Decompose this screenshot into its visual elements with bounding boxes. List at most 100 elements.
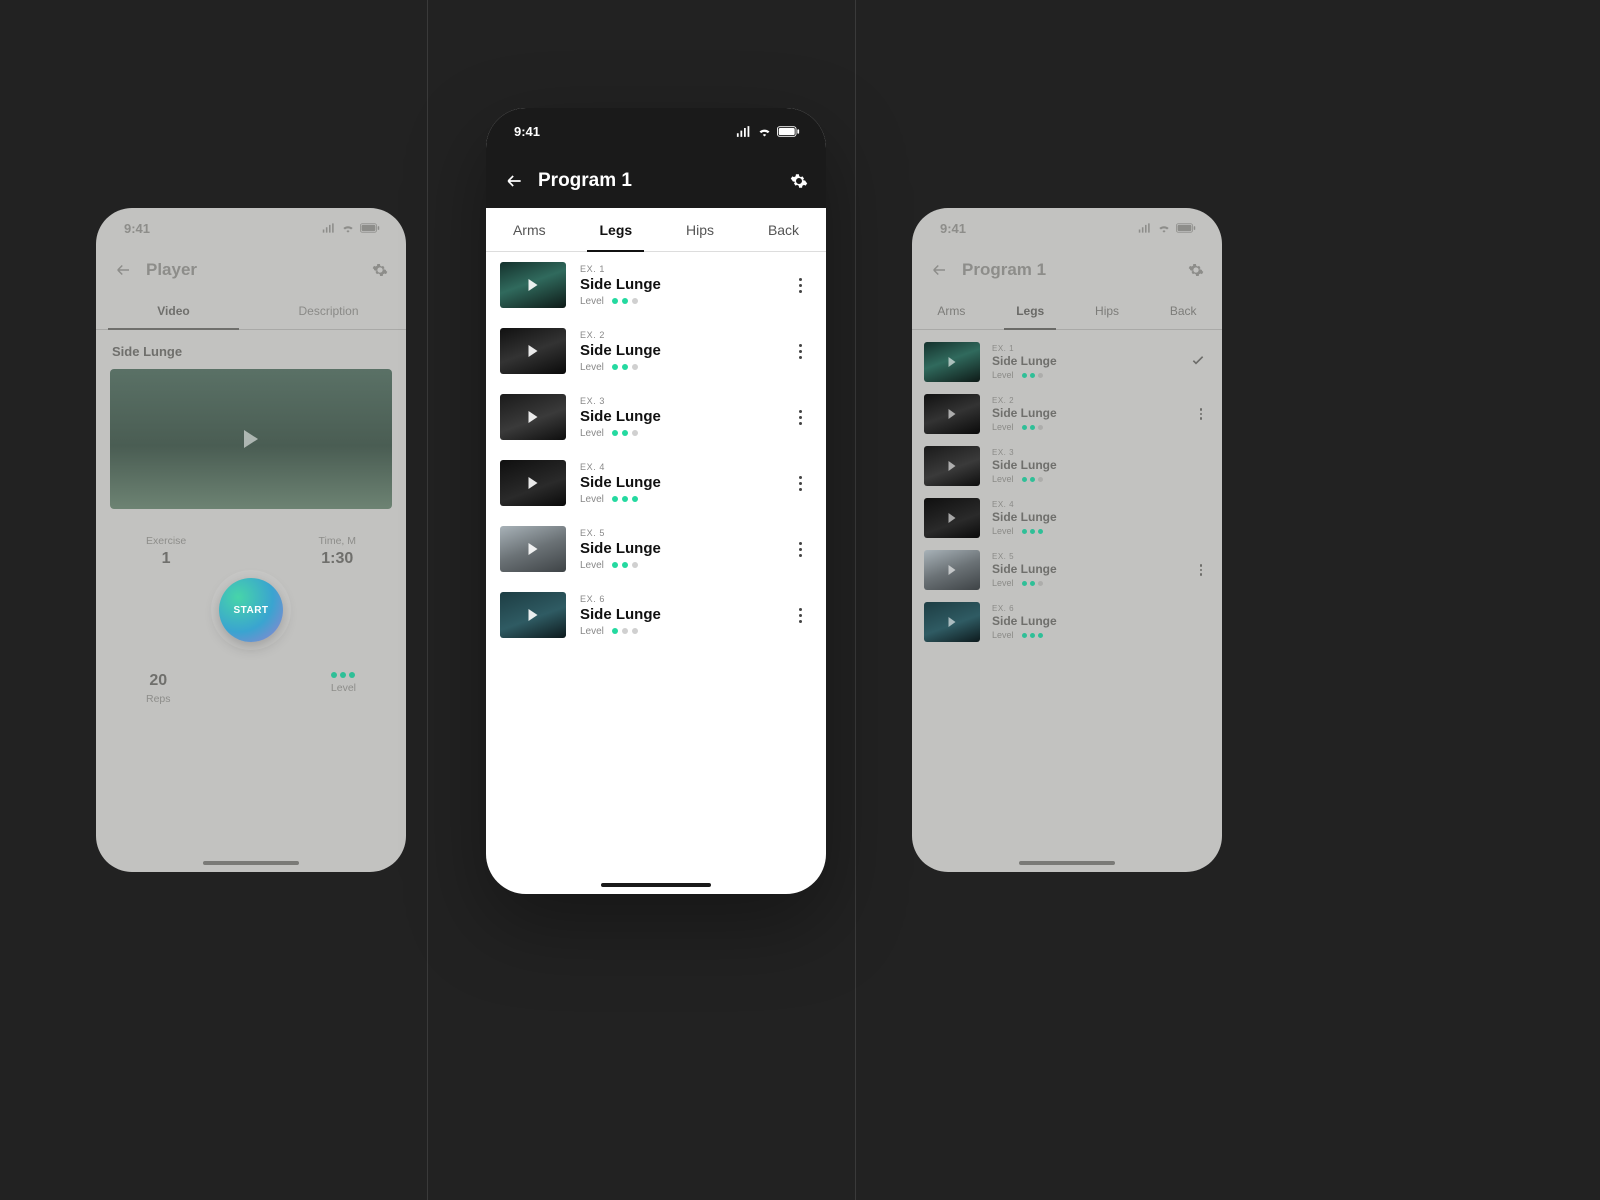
tab-legs[interactable]: Legs bbox=[595, 208, 636, 251]
phone-program-dim: 9:41 Program 1 Arms Legs Hips Back EX. 1… bbox=[912, 208, 1222, 872]
list-item[interactable]: EX. 2 Side Lunge Level bbox=[912, 388, 1222, 440]
exercise-list: EX. 1 Side Lunge Level EX. 2 Side Lunge … bbox=[486, 252, 826, 648]
exercise-number: EX. 2 bbox=[992, 396, 1182, 405]
exercise-name: Side Lunge bbox=[580, 276, 778, 293]
back-icon[interactable] bbox=[504, 171, 524, 191]
status-time: 9:41 bbox=[940, 221, 966, 236]
list-item[interactable]: EX. 2 Side Lunge Level bbox=[486, 318, 826, 384]
exercise-name: Side Lunge bbox=[992, 354, 1178, 368]
app-bar: Program 1 bbox=[486, 154, 826, 208]
level-dots bbox=[1022, 373, 1043, 378]
exercise-thumbnail[interactable] bbox=[500, 262, 566, 308]
page-title: Program 1 bbox=[962, 260, 1174, 280]
exercise-number: EX. 5 bbox=[992, 552, 1182, 561]
list-item[interactable]: EX. 6 Side Lunge Level bbox=[912, 596, 1222, 648]
gear-icon[interactable] bbox=[790, 172, 808, 190]
video-thumbnail[interactable] bbox=[110, 369, 392, 509]
stats-top: Exercise 1 Time, M 1:30 bbox=[96, 509, 406, 576]
exercise-list: EX. 1 Side Lunge Level EX. 2 Side Lunge … bbox=[912, 336, 1222, 648]
play-icon bbox=[529, 411, 538, 423]
exercise-number: EX. 1 bbox=[992, 344, 1178, 353]
back-icon[interactable] bbox=[114, 261, 132, 279]
status-bar: 9:41 bbox=[96, 208, 406, 248]
list-item[interactable]: EX. 5 Side Lunge Level bbox=[912, 544, 1222, 596]
level-dots bbox=[1022, 633, 1043, 638]
kebab-icon[interactable] bbox=[792, 278, 808, 293]
play-icon bbox=[529, 279, 538, 291]
exercise-name: Side Lunge bbox=[580, 408, 778, 425]
exercise-thumbnail[interactable] bbox=[500, 328, 566, 374]
list-item[interactable]: EX. 6 Side Lunge Level bbox=[486, 582, 826, 648]
exercise-thumbnail[interactable] bbox=[500, 526, 566, 572]
level-dots bbox=[331, 672, 356, 678]
kebab-icon[interactable] bbox=[1194, 408, 1208, 420]
back-icon[interactable] bbox=[930, 261, 948, 279]
play-icon bbox=[529, 609, 538, 621]
tab-hips[interactable]: Hips bbox=[682, 208, 718, 251]
tab-back[interactable]: Back bbox=[764, 208, 803, 251]
exercise-number: EX. 4 bbox=[992, 500, 1180, 509]
tab-hips[interactable]: Hips bbox=[1091, 292, 1123, 329]
tab-description[interactable]: Description bbox=[251, 292, 406, 329]
play-icon bbox=[529, 477, 538, 489]
list-item[interactable]: EX. 4 Side Lunge Level bbox=[486, 450, 826, 516]
kebab-icon[interactable] bbox=[792, 608, 808, 623]
exercise-thumbnail[interactable] bbox=[924, 550, 980, 590]
start-button[interactable]: START bbox=[219, 578, 283, 642]
tab-arms[interactable]: Arms bbox=[933, 292, 969, 329]
tab-arms[interactable]: Arms bbox=[509, 208, 550, 251]
exercise-thumbnail[interactable] bbox=[500, 592, 566, 638]
play-icon bbox=[949, 565, 956, 575]
list-item[interactable]: EX. 4 Side Lunge Level bbox=[912, 492, 1222, 544]
kebab-icon[interactable] bbox=[792, 542, 808, 557]
list-item[interactable]: EX. 3 Side Lunge Level bbox=[486, 384, 826, 450]
app-bar: Program 1 bbox=[912, 248, 1222, 292]
exercise-number: EX. 3 bbox=[992, 448, 1180, 457]
exercise-meta: EX. 3 Side Lunge Level bbox=[992, 448, 1180, 484]
gear-icon[interactable] bbox=[1188, 262, 1204, 278]
kebab-icon[interactable] bbox=[792, 410, 808, 425]
exercise-thumbnail[interactable] bbox=[500, 460, 566, 506]
level-label: Level bbox=[580, 560, 604, 571]
stat-level: Level bbox=[331, 672, 356, 705]
exercise-meta: EX. 3 Side Lunge Level bbox=[580, 396, 778, 439]
level-dots bbox=[612, 628, 638, 634]
exercise-thumbnail[interactable] bbox=[924, 342, 980, 382]
list-item[interactable]: EX. 1 Side Lunge Level bbox=[486, 252, 826, 318]
exercise-thumbnail[interactable] bbox=[924, 498, 980, 538]
tab-video[interactable]: Video bbox=[96, 292, 251, 329]
play-icon bbox=[244, 430, 258, 448]
level-dots bbox=[1022, 529, 1043, 534]
tab-back[interactable]: Back bbox=[1166, 292, 1201, 329]
level-label: Level bbox=[992, 474, 1014, 484]
gear-icon[interactable] bbox=[372, 262, 388, 278]
list-item[interactable]: EX. 1 Side Lunge Level bbox=[912, 336, 1222, 388]
kebab-icon[interactable] bbox=[792, 476, 808, 491]
exercise-number: EX. 1 bbox=[580, 264, 778, 274]
exercise-number: EX. 5 bbox=[580, 528, 778, 538]
kebab-icon[interactable] bbox=[1194, 564, 1208, 576]
list-item[interactable]: EX. 3 Side Lunge Level bbox=[912, 440, 1222, 492]
status-time: 9:41 bbox=[124, 221, 150, 236]
list-item[interactable]: EX. 5 Side Lunge Level bbox=[486, 516, 826, 582]
exercise-name: Side Lunge bbox=[992, 562, 1182, 576]
exercise-meta: EX. 6 Side Lunge Level bbox=[992, 604, 1180, 640]
kebab-icon[interactable] bbox=[792, 344, 808, 359]
exercise-thumbnail[interactable] bbox=[924, 394, 980, 434]
level-label: Level bbox=[580, 362, 604, 373]
level-label: Level bbox=[992, 578, 1014, 588]
exercise-name: Side Lunge bbox=[96, 330, 406, 369]
exercise-thumbnail[interactable] bbox=[924, 446, 980, 486]
exercise-thumbnail[interactable] bbox=[924, 602, 980, 642]
level-label: Level bbox=[580, 494, 604, 505]
exercise-thumbnail[interactable] bbox=[500, 394, 566, 440]
page-title: Program 1 bbox=[538, 170, 776, 192]
level-dots bbox=[1022, 477, 1043, 482]
tab-legs[interactable]: Legs bbox=[1012, 292, 1048, 329]
level-label: Level bbox=[580, 626, 604, 637]
level-label: Level bbox=[580, 296, 604, 307]
page-title: Player bbox=[146, 260, 358, 280]
level-dots bbox=[612, 496, 638, 502]
level-dots bbox=[612, 364, 638, 370]
home-indicator bbox=[1019, 861, 1115, 865]
